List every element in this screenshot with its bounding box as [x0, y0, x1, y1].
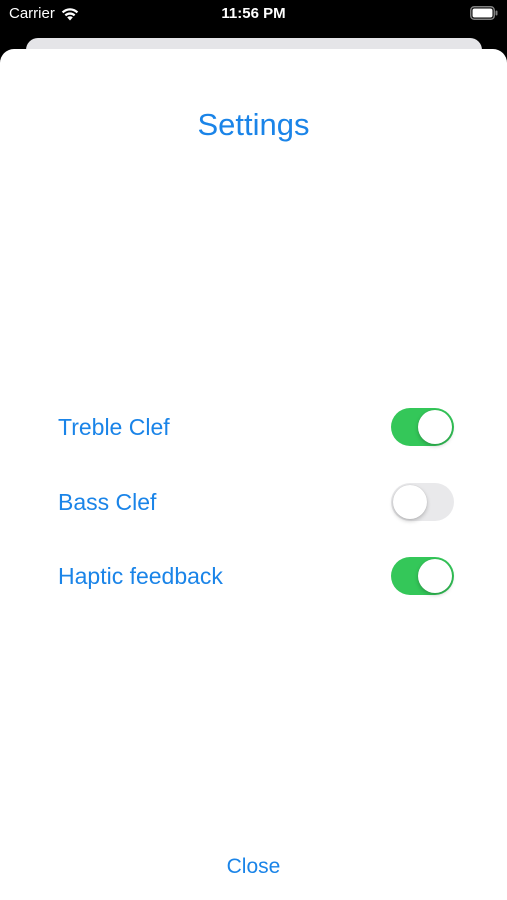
- bass-clef-toggle[interactable]: [391, 483, 454, 521]
- battery-icon: [470, 6, 498, 20]
- setting-row-treble-clef: Treble Clef: [58, 407, 454, 447]
- settings-sheet: Settings Treble Clef Bass Clef Haptic fe…: [0, 49, 507, 900]
- setting-label: Haptic feedback: [58, 562, 223, 589]
- toggle-knob: [393, 485, 427, 519]
- treble-clef-toggle[interactable]: [391, 408, 454, 446]
- close-button[interactable]: Close: [0, 855, 507, 879]
- haptic-feedback-toggle[interactable]: [391, 557, 454, 595]
- page-title: Settings: [197, 107, 310, 142]
- setting-label: Treble Clef: [58, 413, 170, 440]
- setting-label: Bass Clef: [58, 488, 157, 515]
- toggle-knob: [418, 559, 452, 593]
- status-time: 11:56 PM: [221, 5, 286, 22]
- setting-row-bass-clef: Bass Clef: [58, 482, 454, 522]
- status-bar: Carrier 11:56 PM: [0, 0, 507, 30]
- setting-row-haptic-feedback: Haptic feedback: [58, 556, 454, 596]
- toggle-knob: [418, 410, 452, 444]
